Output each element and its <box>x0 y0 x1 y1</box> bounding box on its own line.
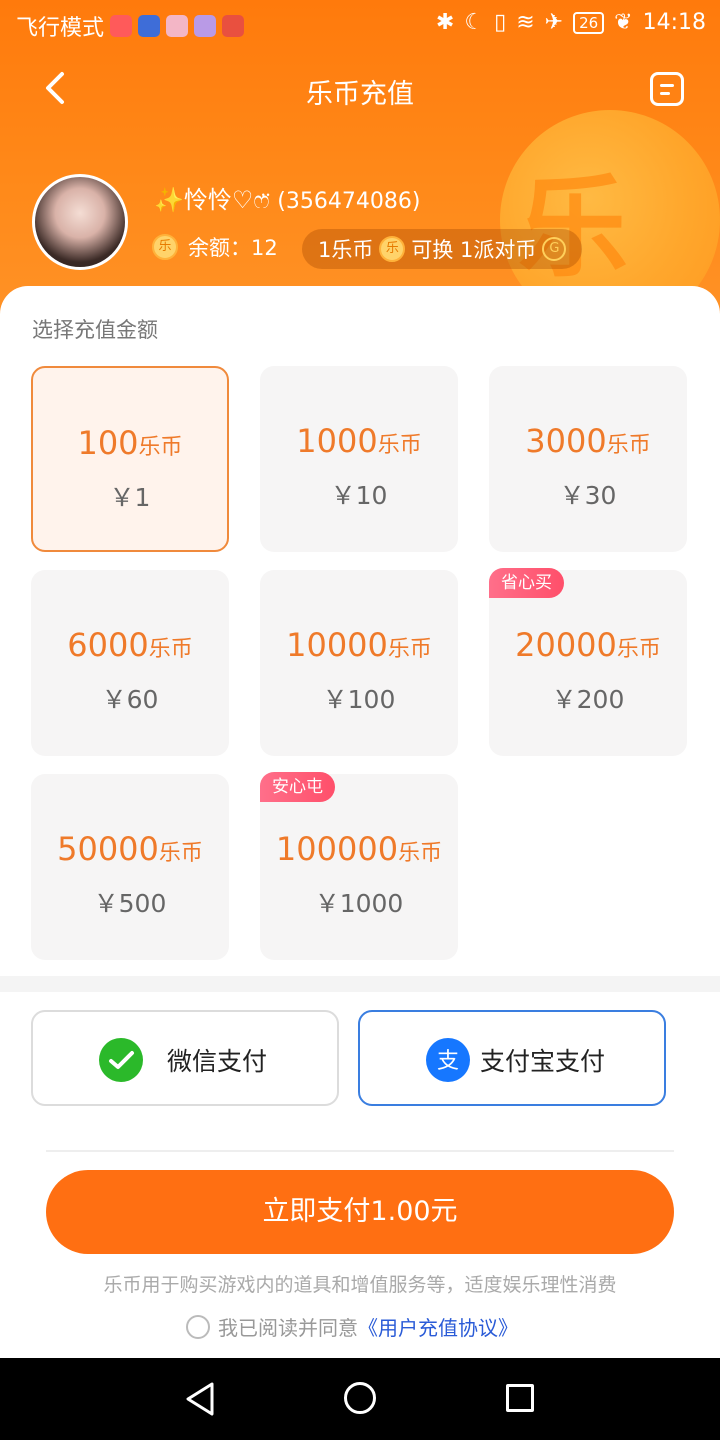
alipay-button[interactable]: 支 支付宝支付 <box>358 1010 666 1106</box>
option-price: ￥1000 <box>314 889 404 918</box>
user-id: (356474086) <box>277 189 421 214</box>
nav-bar: 乐币充值 <box>0 60 720 120</box>
option-price: ￥1 <box>109 483 151 512</box>
bluetooth-icon: ✱ <box>435 10 455 35</box>
agreement-row: 我已阅读并同意 《用户充值协议》 <box>186 1312 518 1341</box>
records-icon[interactable] <box>650 72 684 106</box>
section-divider <box>0 976 720 992</box>
option-price: ￥500 <box>93 889 167 918</box>
wechat-pay-label: 微信支付 <box>167 1047 268 1076</box>
option-price: ￥60 <box>101 685 159 714</box>
music-notification-icon <box>194 15 217 37</box>
consumption-notice: 乐币用于购买游戏内的道具和增值服务等，适度娱乐理性消费 <box>103 1274 617 1296</box>
promo-badge: 安心屯 <box>260 772 335 802</box>
decorative-coin-char: 乐 <box>518 164 628 292</box>
balance-row: 乐 余额：12 <box>152 232 278 262</box>
airplane-mode-label: 飞行模式 <box>16 16 105 41</box>
recharge-option[interactable]: 安心屯 100000乐币 ￥1000 <box>260 772 458 960</box>
page-title: 乐币充值 <box>306 79 414 110</box>
user-name: ✨怜怜♡ෆ̈ <box>154 186 270 214</box>
wifi-icon: ≋ <box>516 10 535 35</box>
party-coin-icon: G <box>542 237 567 261</box>
svg-text:支: 支 <box>437 1049 459 1074</box>
battery-icon: 26 <box>573 11 605 34</box>
moon-icon: ☾ <box>464 10 485 35</box>
system-recents-icon[interactable] <box>506 1384 534 1412</box>
le-coin-icon: 乐 <box>152 234 178 260</box>
recharge-option[interactable]: 50000乐币 ￥500 <box>31 774 229 960</box>
recharge-option[interactable]: 10000乐币 ￥100 <box>260 570 458 756</box>
recharge-option[interactable]: 1000乐币 ￥10 <box>260 366 458 552</box>
exchange-rate-pill: 1乐币 乐 可换 1派对币 G <box>302 229 583 269</box>
recharge-option[interactable]: 100乐币 ￥1 <box>31 366 229 552</box>
system-back-icon[interactable] <box>184 1382 216 1416</box>
option-price: ￥100 <box>322 685 396 714</box>
alipay-icon: 支 <box>426 1038 470 1082</box>
system-nav-bar <box>0 1358 720 1440</box>
exchange-left: 1乐币 <box>318 238 374 262</box>
leaf-icon: ❦ <box>614 10 633 35</box>
option-price: ￥10 <box>330 481 388 510</box>
option-price: ￥200 <box>551 685 625 714</box>
clock-time: 14:18 <box>642 10 706 35</box>
pay-now-button[interactable]: 立即支付1.00元 <box>46 1170 674 1254</box>
recharge-panel: 选择充值金额 100乐币 ￥1 1000乐币 ￥10 3000乐币 ￥30 60… <box>0 286 720 976</box>
airplane-icon: ✈ <box>544 10 564 35</box>
agree-radio[interactable] <box>186 1314 210 1339</box>
game-notification-icon <box>166 15 189 37</box>
balance-text: 余额：12 <box>188 236 278 260</box>
vibrate-icon: ▯ <box>494 10 507 35</box>
exchange-mid: 可换 1派对币 <box>411 238 537 262</box>
user-name-row: ✨怜怜♡ෆ̈ (356474086) <box>154 180 420 215</box>
agree-text: 我已阅读并同意 <box>218 1316 358 1340</box>
agreement-link[interactable]: 《用户充值协议》 <box>358 1312 518 1341</box>
alipay-label: 支付宝支付 <box>480 1047 606 1076</box>
promo-badge: 省心买 <box>489 568 564 598</box>
section-label: 选择充值金额 <box>32 318 158 342</box>
header: 乐 飞行模式 ✱ ☾ ▯ ≋ ✈ 26 ❦ 14:18 乐币充值 ✨怜怜♡ෆ̈ <box>0 0 720 320</box>
avatar <box>32 174 128 270</box>
divider <box>46 1150 674 1152</box>
wechat-pay-button[interactable]: 微信支付 <box>31 1010 339 1106</box>
recharge-option[interactable]: 6000乐币 ￥60 <box>31 570 229 756</box>
option-price: ￥30 <box>559 481 617 510</box>
wechat-check-icon <box>99 1038 143 1082</box>
le-coin-icon: 乐 <box>379 236 406 262</box>
status-bar: 飞行模式 ✱ ☾ ▯ ≋ ✈ 26 ❦ 14:18 <box>0 0 720 50</box>
system-home-icon[interactable] <box>344 1382 376 1414</box>
app-notification-icon <box>110 15 133 37</box>
recharge-option[interactable]: 省心买 20000乐币 ￥200 <box>489 568 687 756</box>
recharge-option[interactable]: 3000乐币 ￥30 <box>489 366 687 552</box>
shield-notification-icon <box>138 15 161 37</box>
app2-notification-icon <box>222 15 245 37</box>
